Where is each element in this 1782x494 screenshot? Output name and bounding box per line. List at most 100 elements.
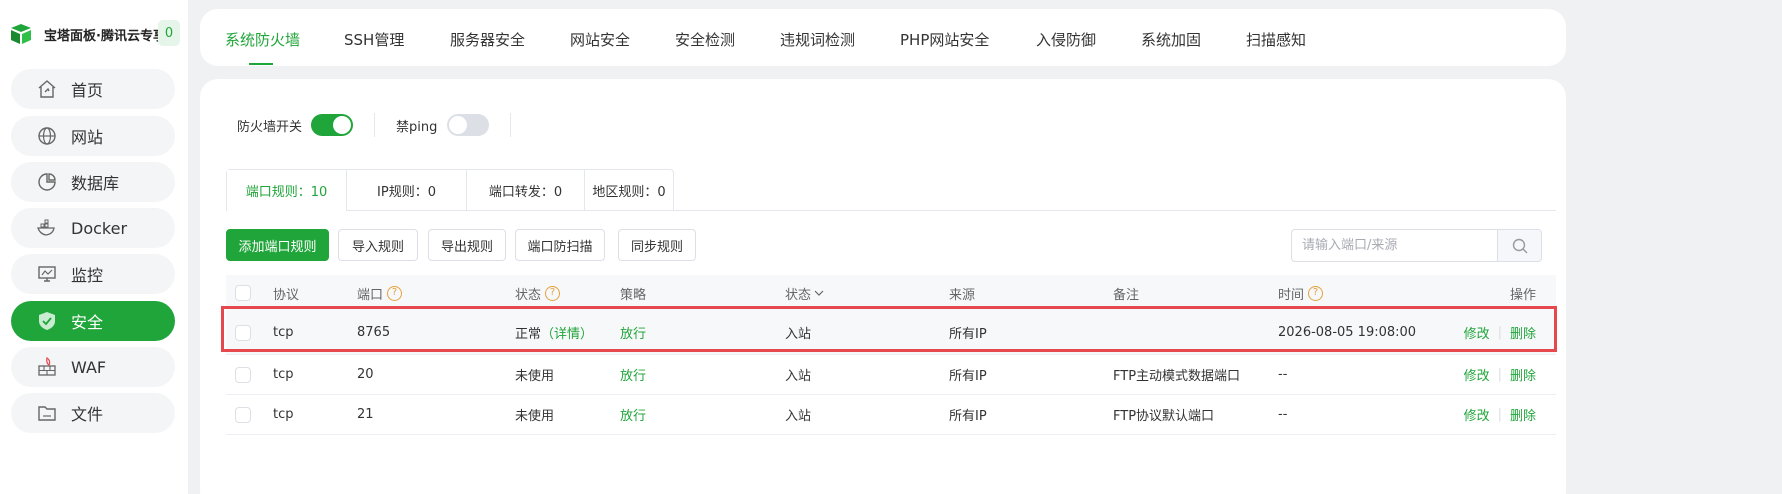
tab-violation-word-check[interactable]: 违规词检测 [780,29,855,50]
sidebar-item-home[interactable]: 首页 [11,69,175,109]
rule-type-tabs: 端口规则：10 IP规则：0 端口转发：0 地区规则：0 [226,169,674,211]
monitor-icon [37,264,57,284]
firewall-toggle[interactable] [311,114,354,136]
edit-link[interactable]: 修改 [1464,365,1490,384]
separator: | [1497,407,1502,422]
tab-ssh-management[interactable]: SSH管理 [344,29,404,50]
tab-scan-detection[interactable]: 扫描感知 [1246,29,1306,50]
sidebar-item-label: 监控 [71,266,104,285]
col-note: 备注 [1113,287,1140,303]
row-checkbox[interactable] [235,355,251,394]
sidebar-item-website[interactable]: 网站 [11,116,175,156]
sidebar-item-docker[interactable]: Docker [11,208,175,248]
sidebar-item-label: 安全 [71,313,104,332]
checkbox[interactable] [235,285,251,301]
bt-logo-icon [10,23,32,45]
sync-rules-button[interactable]: 同步规则 [618,229,696,261]
port-rules-table: 协议 端口? 状态? 策略 状态 来源 备注 时间? 操作 tcp 8765 正… [226,275,1556,435]
delete-link[interactable]: 删除 [1510,365,1536,384]
cell-time: -- [1278,367,1288,382]
cell-operations: 修改 | 删除 [1464,311,1536,354]
checkbox[interactable] [235,324,251,341]
cell-status: 未使用 [515,409,555,424]
subtab-port-rules[interactable]: 端口规则：10 [227,170,347,211]
row-checkbox[interactable] [235,395,251,434]
table-row: tcp 20 未使用 放行 入站 所有IP FTP主动模式数据端口 -- 修改 |… [226,355,1556,395]
cell-policy: 放行 [620,409,647,424]
cell-port: 8765 [357,325,391,340]
help-icon[interactable]: ? [1308,285,1324,301]
tab-system-firewall[interactable]: 系统防火墙 [225,29,300,50]
add-port-rule-button[interactable]: 添加端口规则 [226,229,329,261]
cell-operations: 修改 | 删除 [1464,355,1536,394]
sidebar-item-monitor[interactable]: 监控 [11,254,175,294]
col-operations: 操作 [1509,287,1536,303]
col-policy: 策略 [620,287,647,303]
firewall-icon [37,357,57,377]
table-row: tcp 8765 正常 （详情） 放行 入站 所有IP 2026-08-05 19… [226,311,1556,355]
checkbox[interactable] [235,406,251,423]
toggle-knob [333,116,352,134]
detail-link[interactable]: （详情） [541,323,593,342]
port-anti-scan-button[interactable]: 端口防扫描 [515,229,605,261]
sidebar-item-label: 首页 [71,81,104,100]
ping-toggle[interactable] [447,114,490,136]
subtab-region-rules[interactable]: 地区规则：0 [585,170,673,211]
edit-link[interactable]: 修改 [1464,405,1490,424]
sidebar-item-label: WAF [71,357,107,377]
shield-icon [37,311,57,331]
sidebar-item-label: 文件 [71,405,104,424]
tab-website-security[interactable]: 网站安全 [570,29,630,50]
tab-system-hardening[interactable]: 系统加固 [1141,29,1201,50]
active-tab-indicator [249,63,273,65]
cell-protocol: tcp [273,407,294,422]
divider [374,113,376,137]
sidebar-item-security[interactable]: 安全 [11,301,175,341]
row-checkbox[interactable] [235,311,251,354]
ping-switch-label: 禁ping [396,119,438,135]
select-all-checkbox[interactable] [235,275,251,311]
cell-status: 未使用 [515,369,555,384]
subtab-ip-rules[interactable]: IP规则：0 [347,170,467,211]
subtab-port-forwarding[interactable]: 端口转发：0 [467,170,585,211]
cell-port: 21 [357,407,374,422]
tab-php-website-security[interactable]: PHP网站安全 [900,29,989,50]
cell-source: 所有IP [949,327,987,342]
help-icon[interactable]: ? [387,285,403,301]
search-button[interactable] [1497,230,1541,261]
cell-protocol: tcp [273,325,294,340]
checkbox[interactable] [235,366,251,383]
tab-intrusion-prevention[interactable]: 入侵防御 [1036,29,1096,50]
home-icon [37,79,57,99]
search-box [1291,229,1542,262]
col-port: 端口? [357,275,403,311]
sidebar-item-waf[interactable]: WAF [11,347,175,387]
cell-status: 正常 （详情） [515,311,593,354]
edit-link[interactable]: 修改 [1464,323,1490,342]
delete-link[interactable]: 删除 [1510,405,1536,424]
help-icon[interactable]: ? [545,285,561,301]
status-text: 正常 [515,327,542,342]
brand[interactable]: 宝塔面板·腾讯云专享版 0 [10,18,180,50]
delete-link[interactable]: 删除 [1510,323,1536,342]
col-status-label: 状态 [515,287,542,303]
cell-direction: 入站 [785,369,812,384]
sidebar-item-files[interactable]: 文件 [11,393,175,433]
tab-security-check[interactable]: 安全检测 [675,29,735,50]
search-input[interactable] [1292,230,1497,261]
import-rules-button[interactable]: 导入规则 [338,229,418,261]
col-direction[interactable]: 状态 [785,275,825,311]
col-time: 时间? [1278,275,1324,311]
brand-title: 宝塔面板·腾讯云专享版 [44,28,160,44]
export-rules-button[interactable]: 导出规则 [428,229,506,261]
sidebar-item-database[interactable]: 数据库 [11,162,175,202]
notification-badge[interactable]: 0 [158,20,180,46]
tab-server-security[interactable]: 服务器安全 [450,29,525,50]
folder-icon [37,403,57,423]
cell-time: -- [1278,407,1288,422]
table-header: 协议 端口? 状态? 策略 状态 来源 备注 时间? 操作 [226,275,1556,311]
col-time-label: 时间 [1278,287,1305,303]
security-tabs-bar [200,9,1566,66]
cell-note: FTP主动模式数据端口 [1113,369,1241,384]
cell-port: 20 [357,367,374,382]
